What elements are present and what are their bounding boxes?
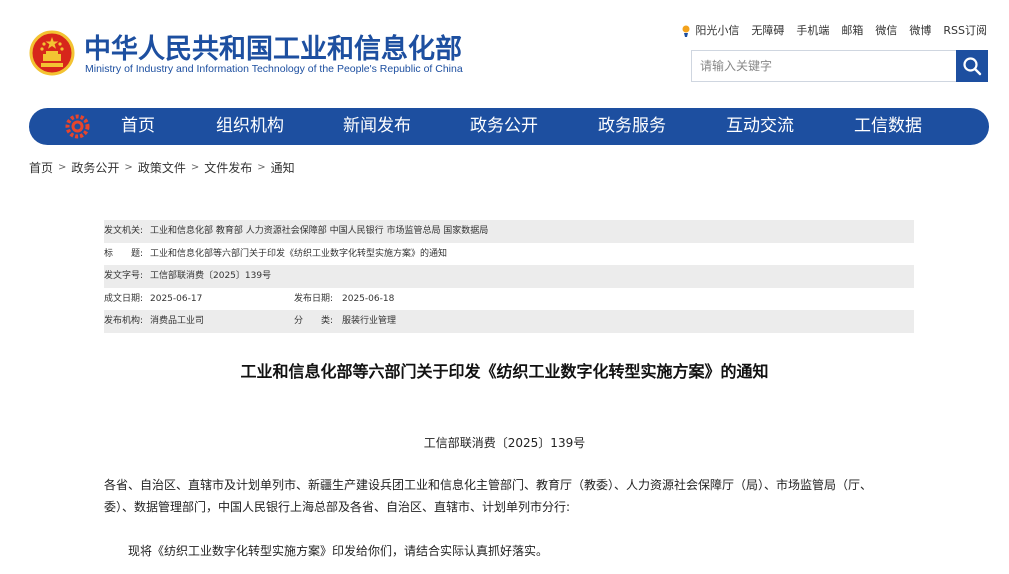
breadcrumb-policy[interactable]: 政策文件	[138, 159, 186, 176]
breadcrumb-separator: >	[257, 162, 266, 173]
meta-row-docno: 发文字号: 工信部联消费〔2025〕139号	[104, 265, 914, 288]
meta-row-title: 标 题: 工业和信息化部等六部门关于印发《纺织工业数字化转型实施方案》的通知	[104, 243, 914, 266]
nav-home[interactable]: 首页	[121, 108, 155, 145]
toplink-mobile[interactable]: 手机端	[796, 22, 829, 38]
nav-gov-affairs[interactable]: 政务公开	[470, 108, 538, 145]
toplink-rss[interactable]: RSS订阅	[943, 22, 987, 38]
toplink-accessibility[interactable]: 无障碍	[751, 22, 784, 38]
meta-value-issuer: 工业和信息化部 教育部 人力资源社会保障部 中国人民银行 市场监管总局 国家数据…	[150, 226, 489, 236]
document-meta-table: 发文机关: 工业和信息化部 教育部 人力资源社会保障部 中国人民银行 市场监管总…	[104, 220, 914, 333]
breadcrumb-gov-affairs[interactable]: 政务公开	[71, 159, 119, 176]
meta-row-dates: 成文日期: 2025-06-17 发布日期: 2025-06-18	[104, 288, 914, 311]
search-box	[691, 50, 988, 82]
breadcrumb-separator: >	[124, 162, 133, 173]
breadcrumb-notice[interactable]: 通知	[271, 159, 295, 176]
nav-data[interactable]: 工信数据	[854, 108, 922, 145]
meta-label: 分 类:	[294, 316, 334, 327]
nav-gov-services[interactable]: 政务服务	[598, 108, 666, 145]
nav-interaction[interactable]: 互动交流	[726, 108, 794, 145]
meta-value-category: 服装行业管理	[342, 316, 397, 327]
article-paragraph: 各省、自治区、直辖市及计划单列市、新疆生产建设兵团工业和信息化主管部门、教育厅（…	[104, 478, 873, 514]
search-button[interactable]	[956, 50, 988, 82]
breadcrumb: 首页 > 政务公开 > 政策文件 > 文件发布 > 通知	[29, 159, 295, 176]
meta-label: 发文机关:	[104, 226, 144, 236]
toplink-sunshine[interactable]: 阳光小信	[680, 22, 739, 38]
nav-news[interactable]: 新闻发布	[343, 108, 411, 145]
article-title: 工业和信息化部等六部门关于印发《纺织工业数字化转型实施方案》的通知	[240, 362, 769, 381]
top-links: 阳光小信 无障碍 手机端 邮箱 微信 微博 RSS订阅	[680, 22, 987, 38]
sunshine-icon	[682, 25, 690, 37]
site-title-en: Ministry of Industry and Information Tec…	[85, 63, 463, 75]
breadcrumb-separator: >	[190, 162, 200, 173]
site-title[interactable]: 中华人民共和国工业和信息化部	[84, 27, 462, 66]
main-nav: 首页 组织机构 新闻发布 政务公开 政务服务 互动交流 工信数据	[29, 108, 989, 145]
article-paragraph: 现将《纺织工业数字化转型实施方案》印发给你们，请结合实际认真抓好落实。	[128, 544, 549, 558]
breadcrumb-home[interactable]: 首页	[29, 159, 53, 176]
meta-value-written-date: 2025-06-17	[150, 293, 203, 304]
gear-logo-icon	[65, 114, 90, 139]
article-doc-number: 工信部联消费〔2025〕139号	[423, 436, 586, 450]
meta-value-docno: 工信部联消费〔2025〕139号	[150, 271, 272, 282]
national-emblem-icon	[29, 30, 75, 76]
search-icon	[963, 57, 982, 76]
meta-row-org: 发布机构: 消费品工业司 分 类: 服装行业管理	[104, 310, 914, 333]
meta-label: 发布日期:	[294, 293, 334, 304]
meta-value-title: 工业和信息化部等六部门关于印发《纺织工业数字化转型实施方案》的通知	[150, 248, 448, 259]
meta-label: 成文日期:	[104, 293, 144, 304]
search-input[interactable]	[692, 51, 958, 81]
toplink-label: 阳光小信	[695, 24, 740, 37]
meta-label: 发布机构:	[104, 316, 144, 327]
meta-row-issuer: 发文机关: 工业和信息化部 教育部 人力资源社会保障部 中国人民银行 市场监管总…	[104, 220, 914, 243]
meta-value-org: 消费品工业司	[150, 316, 205, 327]
toplink-mail[interactable]: 邮箱	[841, 22, 863, 38]
toplink-wechat[interactable]: 微信	[875, 22, 897, 38]
toplink-weibo[interactable]: 微博	[909, 22, 931, 38]
meta-label: 标 题:	[104, 248, 144, 259]
meta-label: 发文字号:	[104, 271, 144, 282]
nav-organization[interactable]: 组织机构	[216, 108, 284, 145]
meta-value-published-date: 2025-06-18	[342, 293, 395, 304]
breadcrumb-separator: >	[58, 162, 67, 173]
breadcrumb-file-release[interactable]: 文件发布	[204, 159, 252, 176]
